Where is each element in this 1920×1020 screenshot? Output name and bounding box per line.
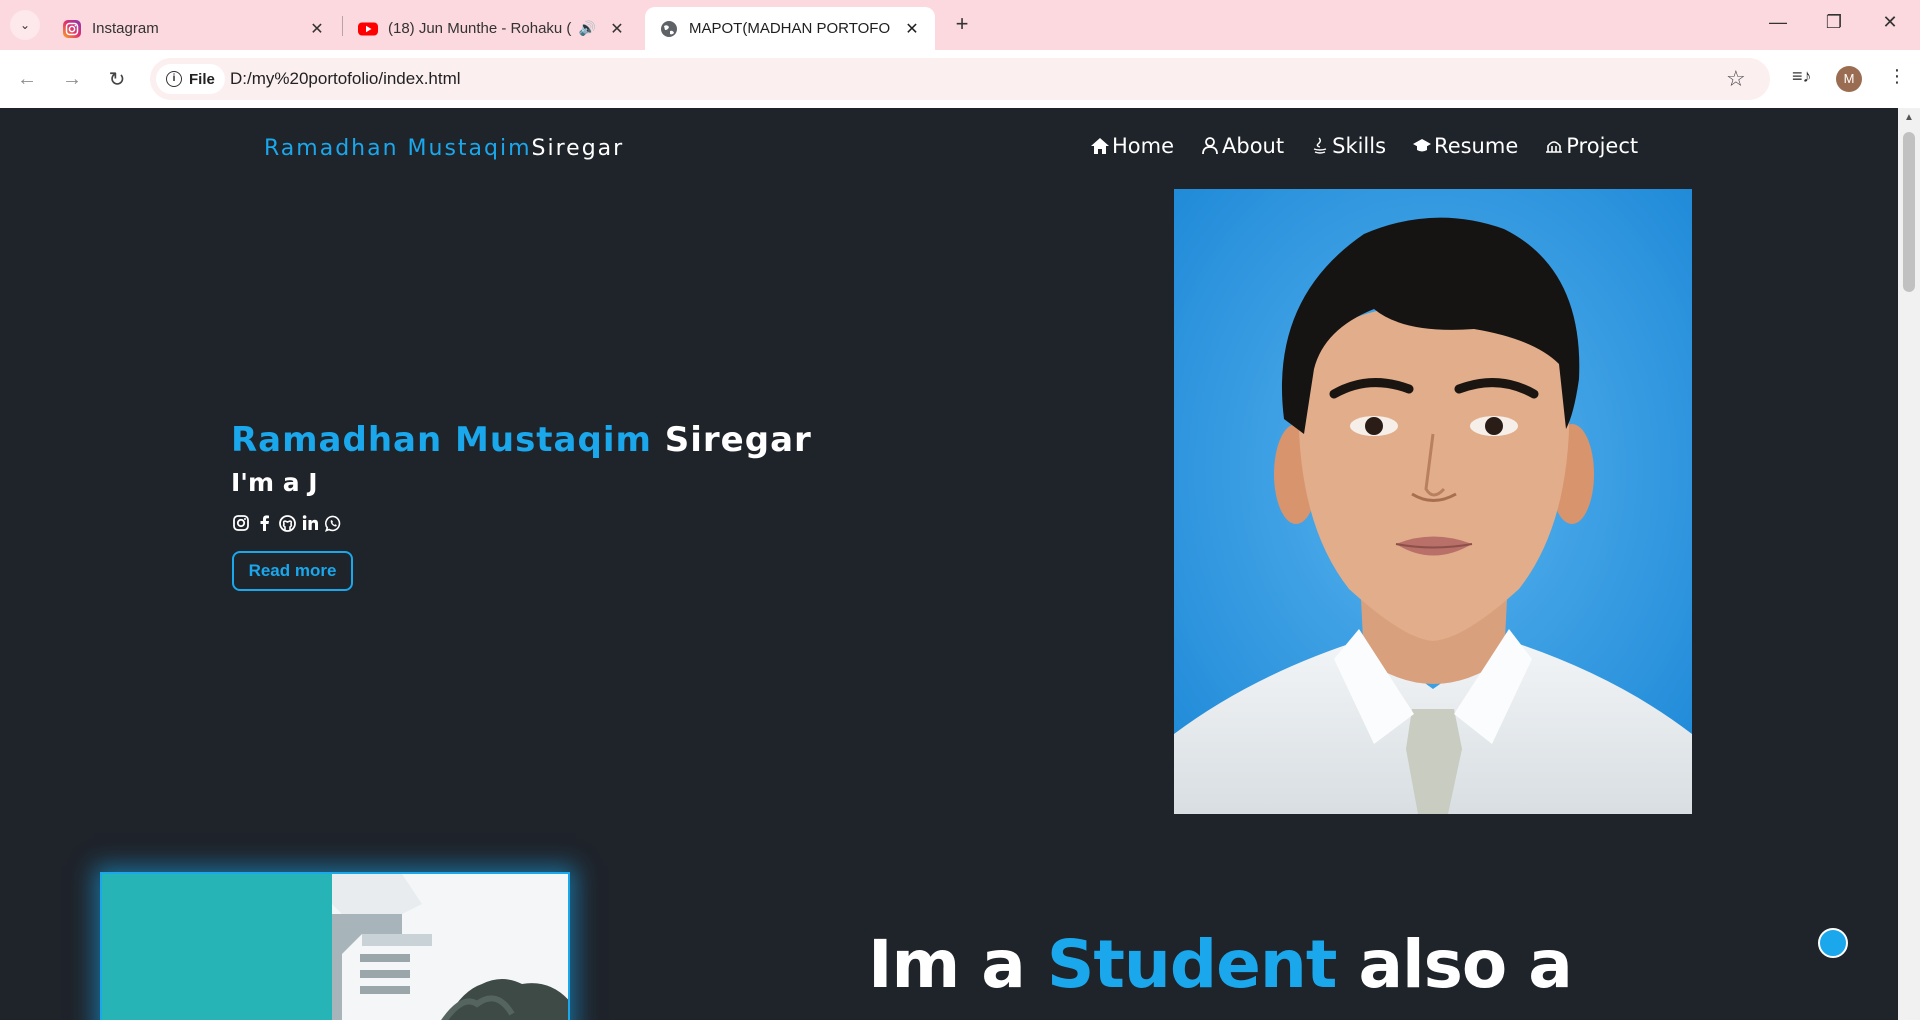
about-title-prefix: Im a (868, 926, 1026, 1003)
graduation-cap-icon (1413, 139, 1432, 152)
restore-icon[interactable]: ❐ (1820, 12, 1848, 38)
page-scrollbar[interactable]: ▲ (1898, 108, 1920, 1020)
typed-text: I'm a J (231, 468, 318, 497)
back-button[interactable]: ← (12, 64, 42, 94)
globe-icon (659, 19, 679, 39)
nav-skills[interactable]: Skills (1310, 134, 1386, 158)
about-title-suffix: also a (1358, 926, 1572, 1003)
nav-label: Home (1112, 134, 1175, 158)
media-controls-icon[interactable]: ≡♪ (1792, 66, 1812, 87)
nav-label: Project (1566, 134, 1639, 158)
github-icon[interactable] (278, 514, 296, 532)
nav-resume[interactable]: Resume (1412, 134, 1518, 158)
hero-name-first: Ramadhan Mustaqim (231, 420, 652, 460)
nav-project[interactable]: Project (1544, 134, 1638, 158)
brand-first: Ramadhan Mustaqim (264, 136, 532, 161)
tab-title: (18) Jun Munthe - Rohaku ( (388, 20, 572, 37)
profile-avatar[interactable]: M (1836, 66, 1862, 92)
reload-button[interactable]: ↻ (102, 64, 132, 94)
minimize-icon[interactable]: — (1764, 12, 1792, 38)
about-image (100, 872, 570, 1020)
nav-label: Skills (1332, 134, 1387, 158)
hero-name: Ramadhan Mustaqim Siregar (231, 420, 812, 460)
close-icon[interactable]: ✕ (608, 19, 626, 39)
brand-last: Siregar (531, 136, 625, 161)
facebook-icon[interactable] (255, 514, 273, 532)
close-icon[interactable]: ✕ (903, 19, 921, 39)
tab-portfolio[interactable]: MAPOT(MADHAN PORTOFOLIO ✕ (645, 7, 935, 50)
tab-search-button[interactable]: ⌄ (10, 10, 40, 40)
youtube-icon (358, 19, 378, 39)
linkedin-icon[interactable] (301, 514, 319, 532)
tab-instagram[interactable]: Instagram ✕ (48, 7, 340, 50)
nav-about[interactable]: About (1200, 134, 1284, 158)
info-icon: i (166, 71, 182, 87)
instagram-icon (62, 19, 82, 39)
read-more-button[interactable]: Read more (232, 551, 353, 591)
project-icon (1546, 141, 1563, 153)
tab-title: Instagram (92, 20, 159, 37)
user-icon (1202, 137, 1218, 155)
java-icon (1313, 137, 1327, 154)
bookmark-star-icon[interactable]: ☆ (1726, 66, 1746, 92)
about-title: Im a Student also a (868, 926, 1573, 1003)
tab-title: MAPOT(MADHAN PORTOFOLIO (689, 20, 891, 37)
browser-tab-bar: ⌄ Instagram ✕ (18) Jun Munthe - Rohaku (… (0, 0, 1920, 50)
scrollbar-thumb[interactable] (1903, 132, 1915, 292)
chip-label: File (189, 70, 215, 88)
forward-button[interactable]: → (57, 64, 87, 94)
instagram-icon[interactable] (232, 514, 250, 532)
speaker-icon[interactable]: 🔊 (579, 20, 596, 37)
site-info-chip[interactable]: i File (156, 64, 225, 94)
whatsapp-icon[interactable] (324, 514, 342, 532)
address-bar[interactable]: i File D:/my%20portofolio/index.html ☆ (150, 58, 1770, 100)
new-tab-button[interactable]: + (949, 12, 975, 38)
hero-name-last: Siregar (664, 420, 812, 460)
nav-home[interactable]: Home (1090, 134, 1174, 158)
profile-photo (1174, 189, 1692, 814)
url-text[interactable]: D:/my%20portofolio/index.html (230, 69, 461, 89)
site-logo[interactable]: Ramadhan MustaqimSiregar (264, 136, 624, 161)
scroll-to-top-button[interactable] (1818, 928, 1848, 958)
tab-separator (342, 16, 343, 36)
more-menu-icon[interactable]: ⋮ (1888, 66, 1906, 87)
nav-label: Resume (1434, 134, 1519, 158)
social-links (232, 514, 342, 532)
scroll-up-arrow-icon[interactable]: ▲ (1904, 112, 1914, 123)
home-icon (1091, 138, 1109, 154)
close-icon[interactable]: ✕ (308, 19, 326, 39)
about-title-highlight: Student (1046, 926, 1338, 1003)
main-nav: Home About Skills Resume Project (1090, 134, 1638, 158)
tab-youtube[interactable]: (18) Jun Munthe - Rohaku ( 🔊 ✕ (344, 7, 640, 50)
page-viewport: Ramadhan MustaqimSiregar Home About Skil… (0, 108, 1898, 1020)
browser-toolbar: ← → ↻ i File D:/my%20portofolio/index.ht… (0, 50, 1920, 108)
window-close-icon[interactable]: ✕ (1876, 12, 1904, 38)
nav-label: About (1222, 134, 1285, 158)
